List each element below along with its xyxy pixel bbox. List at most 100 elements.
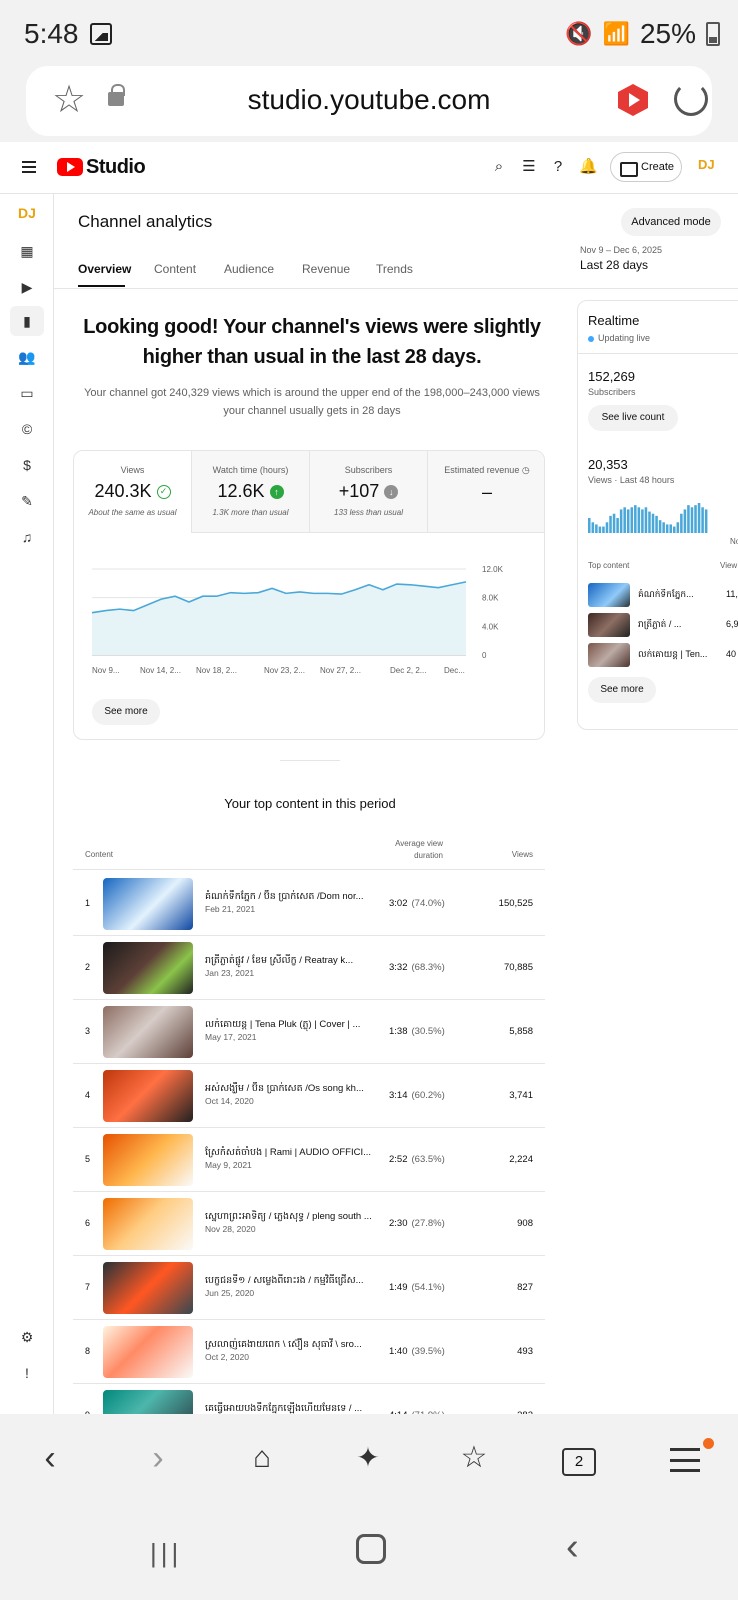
now-label: No xyxy=(730,537,738,546)
realtime-item[interactable]: គំណក់ទឹកភ្នែក... 11,84 xyxy=(588,583,738,607)
table-row[interactable]: 3 លក់គោយន្ត | Tena Pluk (ភ្លុ) | Cover | … xyxy=(73,1000,545,1064)
forward-icon[interactable]: › xyxy=(136,1436,180,1480)
bell-icon[interactable]: 🔔 xyxy=(579,158,598,176)
video-thumbnail[interactable] xyxy=(103,942,193,994)
table-row[interactable]: 4 អស់សង្ឃឹម / ប៊ិន ប្រាក់សេត /Os song kh.… xyxy=(73,1064,545,1128)
back-button-icon[interactable]: ‹ xyxy=(566,1526,579,1569)
tabs-button[interactable]: 2 xyxy=(562,1448,596,1476)
earn-icon[interactable]: $ xyxy=(18,456,36,474)
realtime-see-more-button[interactable]: See more xyxy=(588,677,656,703)
search-icon[interactable]: ⌕ xyxy=(490,158,508,176)
realtime-bar xyxy=(644,507,648,533)
avatar[interactable]: DJ xyxy=(698,157,718,177)
ai-sparkle-icon[interactable]: ✦ xyxy=(346,1436,390,1480)
recents-icon[interactable]: ||| xyxy=(150,1538,182,1569)
video-title[interactable]: គំណក់ទឹកភ្នែក / ប៊ិន ប្រាក់សេត /Dom nor.… xyxy=(205,890,375,904)
avg-duration: 1:49 (54.1%) xyxy=(389,1282,445,1293)
realtime-item-title: រាត្រីភ្លាត់ / ... xyxy=(638,619,682,629)
subtitles-icon[interactable]: ▭ xyxy=(18,384,36,402)
url-text[interactable]: studio.youtube.com xyxy=(26,84,712,116)
realtime-bar xyxy=(612,513,616,533)
metric-watch-time[interactable]: Watch time (hours) 12.6K ↑ 1.3K more than… xyxy=(192,451,310,533)
table-row[interactable]: 6 ស្នេហាព្រះអាទិត្យ / ភ្លេងសុទ្ធ / pleng … xyxy=(73,1192,545,1256)
realtime-item[interactable]: រាត្រីភ្លាត់ / ... 6,95 xyxy=(588,613,738,637)
duration-value: 2:30 xyxy=(389,1218,408,1229)
community-icon[interactable]: 👥 xyxy=(18,348,36,366)
video-title[interactable]: ស្រលាញ់គេងាយពេក \ ស៊ឿន សុធាវី \ sro... xyxy=(205,1338,375,1352)
channel-avatar[interactable]: DJ xyxy=(18,204,36,222)
bookmarks-icon[interactable]: ☆ xyxy=(452,1436,496,1480)
video-thumbnail[interactable] xyxy=(103,1262,193,1314)
metric-label: Estimated revenue ◷ xyxy=(428,465,544,476)
thumbnail xyxy=(588,643,630,667)
x-tick-label: Nov 18, 2... xyxy=(196,666,237,675)
table-header: Content Average view duration Views xyxy=(73,836,545,870)
metric-views[interactable]: Views 240.3K ✓ About the same as usual xyxy=(74,451,192,533)
menu-icon[interactable] xyxy=(670,1448,700,1472)
realtime-bar xyxy=(591,522,595,533)
active-tab-indicator xyxy=(78,285,125,287)
youtube-logo-icon[interactable] xyxy=(57,158,83,176)
top-content-heading: Your top content in this period xyxy=(224,796,396,811)
tab-content[interactable]: Content xyxy=(154,262,196,276)
table-row[interactable]: 7 បេក្ខជនទី១ / សម្លេងពីរោះរង / កម្មវិធីជ្… xyxy=(73,1256,545,1320)
customization-icon[interactable]: ✎ xyxy=(18,492,36,510)
studio-brand[interactable]: Studio xyxy=(86,156,146,179)
video-thumbnail[interactable] xyxy=(103,1134,193,1186)
video-thumbnail[interactable] xyxy=(103,1326,193,1378)
feedback-icon[interactable]: ☰ xyxy=(520,158,538,176)
table-row[interactable]: 1 គំណក់ទឹកភ្នែក / ប៊ិន ប្រាក់សេត /Dom nor… xyxy=(73,872,545,936)
realtime-item[interactable]: លក់គោយន្ត | Ten... 40 xyxy=(588,643,738,667)
copyright-icon[interactable]: © xyxy=(18,420,36,438)
send-feedback-icon[interactable]: ! xyxy=(18,1364,36,1382)
audio-library-icon[interactable]: ♫ xyxy=(18,528,36,546)
realtime-bar xyxy=(704,509,708,533)
see-more-button[interactable]: See more xyxy=(92,699,160,725)
video-title[interactable]: អស់សង្ឃឹម / ប៊ិន ប្រាក់សេត /Os song kh..… xyxy=(205,1082,375,1096)
home-icon[interactable]: ⌂ xyxy=(240,1436,284,1480)
help-icon[interactable]: ? xyxy=(549,158,567,176)
tab-trends[interactable]: Trends xyxy=(376,262,413,276)
video-title[interactable]: ស្រែកំសត់ចាំបង | Rami | AUDIO OFFICI... xyxy=(205,1146,375,1160)
video-thumbnail[interactable] xyxy=(103,1198,193,1250)
menu-icon[interactable] xyxy=(22,161,36,173)
metric-note: 1.3K more than usual xyxy=(212,508,289,517)
date-range-label[interactable]: Last 28 days xyxy=(580,258,648,272)
realtime-views-value: 20,353 xyxy=(588,457,628,472)
home-button-icon[interactable] xyxy=(356,1534,386,1564)
tab-revenue[interactable]: Revenue xyxy=(302,262,350,276)
reload-icon[interactable] xyxy=(674,82,708,116)
video-title[interactable]: ស្នេហាព្រះអាទិត្យ / ភ្លេងសុទ្ធ / pleng s… xyxy=(205,1210,375,1224)
see-live-count-button[interactable]: See live count xyxy=(588,405,678,431)
address-bar[interactable]: ☆ studio.youtube.com xyxy=(26,66,712,136)
dashboard-icon[interactable]: ▦ xyxy=(18,242,36,260)
video-title[interactable]: រាត្រីភ្លាត់ផ្លូវ / ខែម ស្រីលីក្ខ / Reat… xyxy=(205,954,375,968)
metrics-card: Views 240.3K ✓ About the same as usual Wa… xyxy=(73,450,545,740)
video-title[interactable]: លក់គោយន្ត | Tena Pluk (ភ្លុ) | Cover | .… xyxy=(205,1018,375,1032)
tab-overview[interactable]: Overview xyxy=(78,262,131,276)
video-title[interactable]: បេក្ខជនទី១ / សម្លេងពីរោះរង / កម្មវិធីជ្រ… xyxy=(205,1274,375,1288)
video-thumbnail[interactable] xyxy=(103,1070,193,1122)
content-icon[interactable]: ▶ xyxy=(18,278,36,296)
settings-icon[interactable]: ⚙ xyxy=(18,1328,36,1346)
tab-audience[interactable]: Audience xyxy=(224,262,274,276)
analytics-icon[interactable]: ▮ xyxy=(10,306,44,336)
realtime-item-title: លក់គោយន្ត | Ten... xyxy=(638,649,708,659)
create-button[interactable]: Create xyxy=(610,152,682,182)
table-row[interactable]: 5 ស្រែកំសត់ចាំបង | Rami | AUDIO OFFICI...… xyxy=(73,1128,545,1192)
video-thumbnail[interactable] xyxy=(103,878,193,930)
realtime-bar xyxy=(616,518,619,533)
advanced-mode-button[interactable]: Advanced mode xyxy=(621,208,721,236)
realtime-bar xyxy=(673,526,676,533)
realtime-bar xyxy=(602,526,605,533)
metric-revenue[interactable]: Estimated revenue ◷ – xyxy=(428,451,544,533)
table-row[interactable]: 8 ស្រលាញ់គេងាយពេក \ ស៊ឿន សុធាវី \ sro... O… xyxy=(73,1320,545,1384)
date-range[interactable]: Nov 9 – Dec 6, 2025 xyxy=(580,245,662,255)
realtime-item-views: 6,95 xyxy=(726,619,738,629)
video-thumbnail[interactable] xyxy=(103,1006,193,1058)
metric-subscribers[interactable]: Subscribers +107 ↓ 133 less than usual xyxy=(310,451,428,533)
video-date: Nov 28, 2020 xyxy=(205,1224,256,1234)
back-icon[interactable]: ‹ xyxy=(28,1436,72,1480)
realtime-bar xyxy=(630,507,634,533)
table-row[interactable]: 2 រាត្រីភ្លាត់ផ្លូវ / ខែម ស្រីលីក្ខ / Rea… xyxy=(73,936,545,1000)
